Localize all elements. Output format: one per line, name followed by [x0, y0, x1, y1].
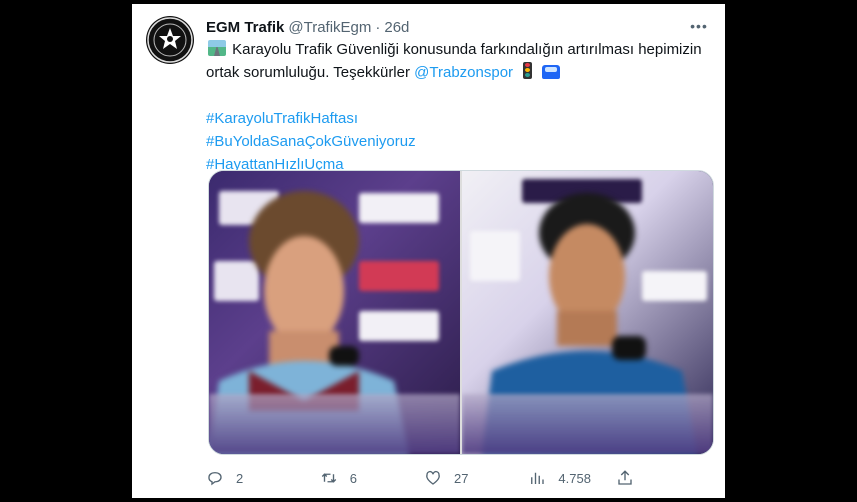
- tweet-card[interactable]: EGM Trafik @TrafikEgm · 26d ••• Karayolu…: [132, 4, 725, 498]
- avatar[interactable]: [146, 16, 194, 64]
- motorway-emoji-icon: [208, 40, 226, 56]
- reply-button[interactable]: 2: [206, 469, 320, 487]
- traffic-light-emoji-icon: [523, 62, 533, 79]
- reply-icon: [208, 472, 222, 486]
- police-car-emoji-icon: [542, 65, 561, 79]
- author-name[interactable]: EGM Trafik: [206, 19, 284, 36]
- video-caption-overlay: [462, 394, 713, 454]
- views-bar-chart-icon: [531, 472, 545, 484]
- retweet-button[interactable]: 6: [320, 469, 424, 487]
- like-button[interactable]: 27: [424, 469, 528, 487]
- tweet-header: EGM Trafik @TrafikEgm · 26d: [206, 16, 713, 38]
- more-options-icon[interactable]: •••: [687, 18, 711, 38]
- view-count: 4.758: [558, 470, 591, 486]
- views-button[interactable]: 4.758: [528, 469, 616, 487]
- media-image-left[interactable]: [209, 171, 460, 454]
- hashtag-list: #KarayoluTrafikHaftası #BuYoldaSanaÇokGü…: [206, 107, 716, 176]
- tweet-text: Karayolu Trafik Güvenliği konusunda fark…: [206, 38, 716, 176]
- tweet-timestamp[interactable]: 26d: [384, 19, 409, 36]
- reply-count: 2: [236, 470, 244, 486]
- tweet-actions: 2 6 27 4.758: [206, 467, 646, 489]
- heart-icon: [426, 470, 440, 485]
- retweet-count: 6: [349, 470, 357, 486]
- author-handle[interactable]: @TrafikEgm: [288, 19, 371, 36]
- police-emblem-icon: [147, 17, 193, 63]
- hashtag-link[interactable]: #KarayoluTrafikHaftası: [206, 110, 358, 127]
- hashtag-link[interactable]: #BuYoldaSanaÇokGüveniyoruz: [206, 133, 416, 150]
- media-image-right[interactable]: [462, 171, 713, 454]
- retweet-icon: [321, 473, 336, 483]
- media-image[interactable]: [208, 170, 714, 455]
- share-button[interactable]: [616, 469, 646, 487]
- separator-dot: ·: [375, 18, 381, 36]
- like-count: 27: [454, 470, 469, 486]
- video-caption-overlay: [209, 394, 460, 454]
- share-icon: [618, 470, 632, 485]
- mention-link[interactable]: @Trabzonspor: [414, 64, 513, 81]
